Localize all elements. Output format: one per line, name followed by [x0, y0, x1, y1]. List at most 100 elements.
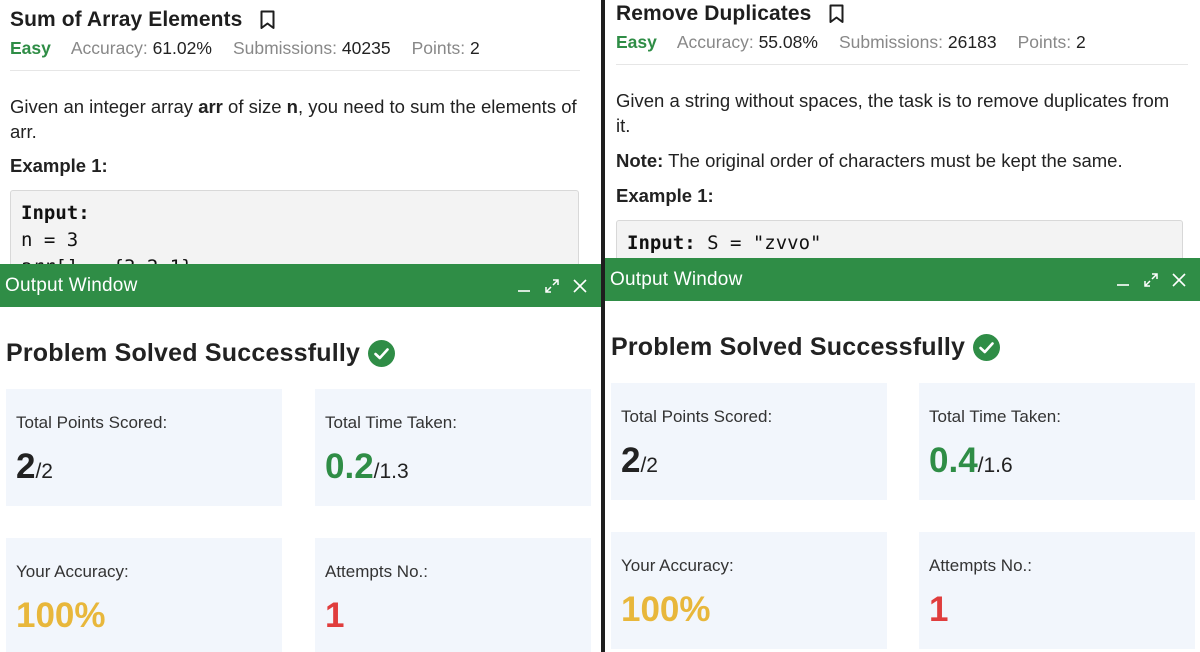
accuracy-value: 61.02% [152, 38, 212, 58]
submissions-value: 40235 [341, 38, 391, 58]
code-input-value: S = "zvvo" [695, 232, 822, 254]
time-card-value: 0.2/1.3 [325, 447, 409, 487]
attempts-card-label: Attempts No.: [929, 556, 1032, 575]
divider-line [616, 64, 1188, 65]
solved-status: Problem Solved Successfully [6, 339, 396, 368]
points-card-label: Total Points Scored: [16, 413, 168, 432]
time-limit: /1.6 [977, 454, 1013, 477]
points-label: Points: [411, 38, 466, 58]
output-window-header: Output Window [0, 264, 601, 307]
expand-icon[interactable] [1142, 271, 1160, 289]
accuracy-card-label: Your Accuracy: [16, 562, 129, 581]
minimize-icon[interactable] [515, 277, 533, 295]
note-text: The original order of characters must be… [663, 150, 1123, 171]
difficulty-badge: Easy [10, 38, 51, 58]
accuracy-card: Your Accuracy: 100% [6, 538, 282, 652]
output-window-title: Output Window [610, 268, 743, 290]
accuracy-label: Accuracy: [676, 32, 754, 52]
solved-message: Problem Solved Successfully [6, 339, 361, 367]
check-circle-icon [973, 334, 1001, 361]
time-taken: 0.2 [325, 447, 374, 486]
points-scored: 2 [621, 441, 641, 480]
difficulty-badge: Easy [616, 32, 657, 52]
time-card: Total Time Taken: 0.2/1.3 [315, 389, 591, 506]
check-circle-icon [368, 340, 396, 367]
example-heading: Example 1: [10, 155, 108, 176]
desc-text-2: of size [222, 96, 287, 117]
bookmark-icon[interactable] [829, 4, 844, 24]
expand-icon[interactable] [543, 277, 561, 295]
accuracy-card: Your Accuracy: 100% [611, 532, 887, 649]
code-input-label: Input: [627, 232, 696, 254]
points-card-label: Total Points Scored: [621, 407, 773, 426]
accuracy-label: Accuracy: [70, 38, 148, 58]
points-card: Total Points Scored: 2/2 [6, 389, 282, 506]
submissions-stat: Submissions: 40235 [233, 38, 391, 59]
points-card-value: 2/2 [621, 441, 658, 481]
accuracy-card-value: 100% [621, 590, 711, 629]
submissions-stat: Submissions: 26183 [839, 32, 997, 53]
solved-status: Problem Solved Successfully [611, 333, 1001, 362]
close-icon[interactable] [571, 277, 589, 295]
problem-meta: Easy Accuracy: 61.02% Submissions: 40235… [10, 38, 501, 59]
desc-text-1: Given an integer array [10, 96, 199, 117]
output-window-body: Problem Solved Successfully Total Points… [605, 301, 1200, 652]
points-label: Points: [1017, 32, 1072, 52]
attempts-card: Attempts No.: 1 [919, 532, 1195, 649]
example-heading: Example 1: [616, 185, 714, 206]
code-line: n = 3 [21, 229, 79, 251]
points-stat: Points: 2 [412, 38, 480, 59]
time-taken: 0.4 [929, 441, 978, 480]
points-scored: 2 [16, 447, 36, 486]
problem-description: Given a string without spaces, the task … [616, 90, 1170, 136]
accuracy-stat: Accuracy: 61.02% [71, 38, 212, 59]
time-card-value: 0.4/1.6 [929, 441, 1013, 481]
time-card-label: Total Time Taken: [325, 413, 457, 432]
minimize-icon[interactable] [1114, 271, 1132, 289]
problem-note: Note: The original order of characters m… [616, 150, 1196, 172]
attempts-card-value: 1 [929, 590, 949, 629]
points-card-value: 2/2 [16, 447, 53, 487]
points-total: /2 [640, 454, 658, 477]
desc-arr: arr [198, 96, 223, 117]
close-icon[interactable] [1170, 271, 1188, 289]
bookmark-icon[interactable] [260, 10, 275, 30]
left-pane: Sum of Array Elements Easy Accuracy: 61.… [0, 0, 601, 652]
time-limit: /1.3 [373, 460, 409, 483]
window-controls [1114, 258, 1188, 301]
note-label: Note: [616, 150, 664, 171]
points-total: /2 [35, 460, 53, 483]
submissions-label: Submissions: [232, 38, 338, 58]
submissions-value: 26183 [947, 32, 997, 52]
desc-n: n [286, 96, 298, 117]
attempts-card-label: Attempts No.: [325, 562, 428, 581]
attempts-card-value: 1 [325, 596, 345, 635]
problem-description: Given an integer array arr of size n, yo… [10, 94, 590, 144]
points-stat: Points: 2 [1018, 32, 1086, 53]
output-window-header: Output Window [605, 258, 1200, 301]
points-card: Total Points Scored: 2/2 [611, 383, 887, 500]
accuracy-stat: Accuracy: 55.08% [677, 32, 818, 53]
problem-title-row: Remove Duplicates [616, 2, 844, 26]
submissions-label: Submissions: [838, 32, 944, 52]
points-value: 2 [1075, 32, 1086, 52]
window-controls [515, 264, 589, 307]
accuracy-card-value: 100% [16, 596, 106, 635]
problem-title: Sum of Array Elements [10, 8, 243, 31]
accuracy-card-label: Your Accuracy: [621, 556, 734, 575]
solved-message: Problem Solved Successfully [611, 333, 966, 361]
problem-meta: Easy Accuracy: 55.08% Submissions: 26183… [616, 32, 1107, 53]
output-window-body: Problem Solved Successfully Total Points… [0, 307, 601, 652]
code-input-label: Input: [21, 202, 90, 224]
accuracy-value: 55.08% [758, 32, 818, 52]
code-line: Input: S = "zvvo" [627, 230, 1172, 257]
divider-line [10, 70, 580, 71]
output-window-title: Output Window [5, 274, 138, 296]
time-card-label: Total Time Taken: [929, 407, 1061, 426]
problem-title-row: Sum of Array Elements [10, 8, 275, 32]
time-card: Total Time Taken: 0.4/1.6 [919, 383, 1195, 500]
attempts-card: Attempts No.: 1 [315, 538, 591, 652]
points-value: 2 [469, 38, 480, 58]
problem-title: Remove Duplicates [616, 2, 812, 25]
right-pane: Remove Duplicates Easy Accuracy: 55.08% … [605, 0, 1200, 652]
